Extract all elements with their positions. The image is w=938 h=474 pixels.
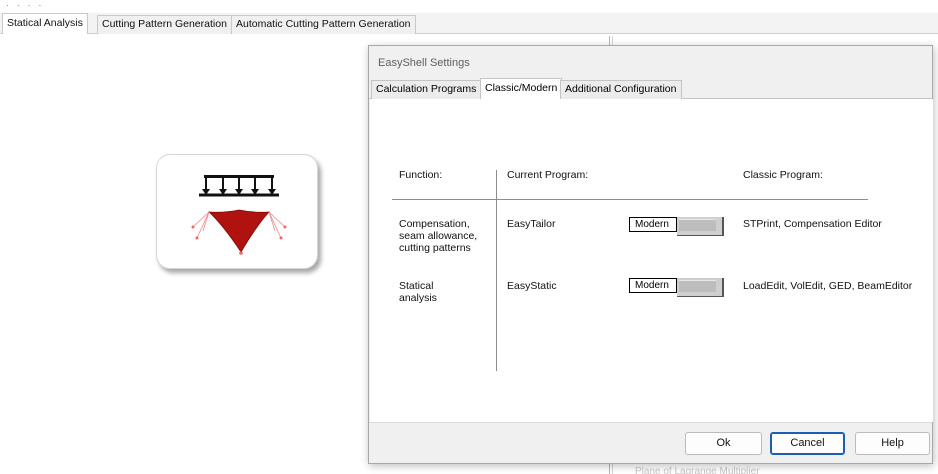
row-current-easytailor: EasyTailor	[507, 218, 556, 230]
dialog-tab-bar: Calculation Programs Classic/Modern Addi…	[369, 78, 932, 99]
toggle-label: Modern	[629, 217, 677, 232]
statical-analysis-membrane-icon	[191, 175, 287, 255]
top-strip: · · · ·	[0, 0, 938, 14]
header-divider	[392, 199, 868, 200]
dialog-title: EasyShell Settings	[378, 57, 470, 69]
statical-analysis-card[interactable]	[156, 154, 318, 269]
column-divider	[496, 170, 497, 371]
function-line: Compensation,	[399, 218, 470, 230]
easystatic-mode-toggle[interactable]: Modern	[629, 278, 726, 297]
row-classic-loadedit: LoadEdit, VolEdit, GED, BeamEditor	[743, 280, 913, 292]
function-line: cutting patterns	[399, 242, 471, 254]
tab-additional-configuration[interactable]: Additional Configuration	[560, 80, 682, 99]
column-header-current-program: Current Program:	[507, 169, 589, 181]
ok-button[interactable]: Ok	[685, 432, 762, 455]
classic-modern-panel: Function: Current Program: Classic Progr…	[370, 99, 933, 422]
toggle-track[interactable]	[677, 217, 724, 236]
top-strip-dots: · · · ·	[6, 1, 45, 10]
row-classic-stprint: STPrint, Compensation Editor	[743, 218, 882, 230]
function-line: Statical	[399, 280, 434, 292]
tab-automatic-cutting-pattern-generation[interactable]: Automatic Cutting Pattern Generation	[231, 15, 416, 34]
row-function-compensation: Compensation, seam allowance, cutting pa…	[399, 218, 477, 254]
easyshell-settings-dialog: EasyShell Settings Calculation Programs …	[368, 45, 933, 464]
cancel-button[interactable]: Cancel	[770, 432, 845, 455]
dialog-footer: Ok Cancel Help	[369, 422, 932, 463]
tab-calculation-programs[interactable]: Calculation Programs	[371, 80, 482, 99]
help-button[interactable]: Help	[855, 432, 930, 455]
tab-cutting-pattern-generation[interactable]: Cutting Pattern Generation	[97, 15, 232, 34]
function-line: seam allowance,	[399, 230, 478, 242]
easytailor-mode-toggle[interactable]: Modern	[629, 217, 726, 236]
main-tab-bar: Statical Analysis Cutting Pattern Genera…	[0, 13, 938, 34]
row-function-statical: Statical analysis	[399, 280, 437, 304]
function-line: analysis	[399, 292, 437, 304]
toggle-label: Modern	[629, 278, 677, 293]
toggle-track[interactable]	[677, 278, 724, 297]
column-header-classic-program: Classic Program:	[743, 169, 823, 181]
background-status-text: Plane of Lagrange Multiplier	[635, 466, 760, 474]
tab-classic-modern[interactable]: Classic/Modern	[480, 78, 563, 99]
column-header-function: Function:	[399, 169, 443, 181]
tab-statical-analysis[interactable]: Statical Analysis	[2, 13, 88, 34]
row-current-easystatic: EasyStatic	[507, 280, 557, 292]
